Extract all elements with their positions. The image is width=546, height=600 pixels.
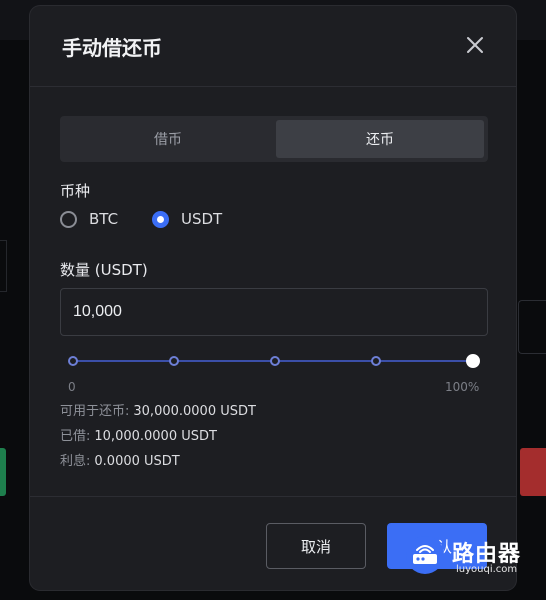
borrowed-value: 10,000.0000 USDT bbox=[94, 429, 217, 444]
radio-usdt-label: USDT bbox=[181, 210, 223, 228]
modal-title: 手动借还币 bbox=[62, 36, 162, 60]
slider-thumb[interactable] bbox=[466, 354, 480, 368]
tab-borrow[interactable]: 借币 bbox=[64, 120, 272, 158]
available-repay-value: 30,000.0000 USDT bbox=[133, 404, 256, 419]
background-buy-button bbox=[0, 448, 6, 496]
radio-usdt-circle[interactable] bbox=[152, 210, 169, 228]
currency-label: 币种 bbox=[60, 182, 91, 200]
background-input-edge bbox=[518, 300, 546, 354]
modal-header: 手动借还币 bbox=[30, 6, 516, 87]
available-repay-row: 可用于还币: 30,000.0000 USDT bbox=[60, 400, 256, 419]
slider-step-0[interactable] bbox=[68, 356, 78, 366]
slider-min-label: 0 bbox=[68, 380, 76, 394]
amount-label: 数量 (USDT) bbox=[60, 261, 148, 279]
radio-btc-circle[interactable] bbox=[60, 210, 77, 228]
tab-repay[interactable]: 还币 bbox=[276, 120, 484, 158]
available-repay-label: 可用于还币: bbox=[60, 404, 130, 419]
router-logo-icon bbox=[404, 534, 446, 576]
radio-usdt[interactable]: USDT bbox=[152, 210, 222, 228]
borrowed-row: 已借: 10,000.0000 USDT bbox=[60, 425, 217, 444]
amount-input[interactable] bbox=[60, 288, 488, 336]
background-sell-button bbox=[520, 448, 546, 496]
site-watermark: 路由器 luyouqi.com bbox=[404, 530, 542, 582]
close-icon[interactable] bbox=[464, 34, 486, 56]
interest-value: 0.0000 USDT bbox=[94, 454, 180, 469]
background-panel-edge bbox=[0, 240, 7, 292]
slider-step-50[interactable] bbox=[270, 356, 280, 366]
borrow-repay-modal: 手动借还币 借币 还币 币种 BTC USDT 数量 (USDT) 0 100%… bbox=[30, 6, 516, 590]
watermark-url: luyouqi.com bbox=[456, 564, 518, 575]
radio-btc-label: BTC bbox=[89, 210, 119, 228]
borrow-repay-toggle: 借币 还币 bbox=[60, 116, 488, 162]
radio-btc[interactable]: BTC bbox=[60, 210, 118, 228]
amount-slider[interactable] bbox=[68, 352, 480, 370]
slider-max-label: 100% bbox=[445, 380, 480, 394]
slider-step-75[interactable] bbox=[371, 356, 381, 366]
cancel-button[interactable]: 取消 bbox=[266, 523, 366, 569]
interest-label: 利息: bbox=[60, 454, 91, 469]
interest-row: 利息: 0.0000 USDT bbox=[60, 450, 180, 469]
borrowed-label: 已借: bbox=[60, 429, 91, 444]
slider-step-25[interactable] bbox=[169, 356, 179, 366]
